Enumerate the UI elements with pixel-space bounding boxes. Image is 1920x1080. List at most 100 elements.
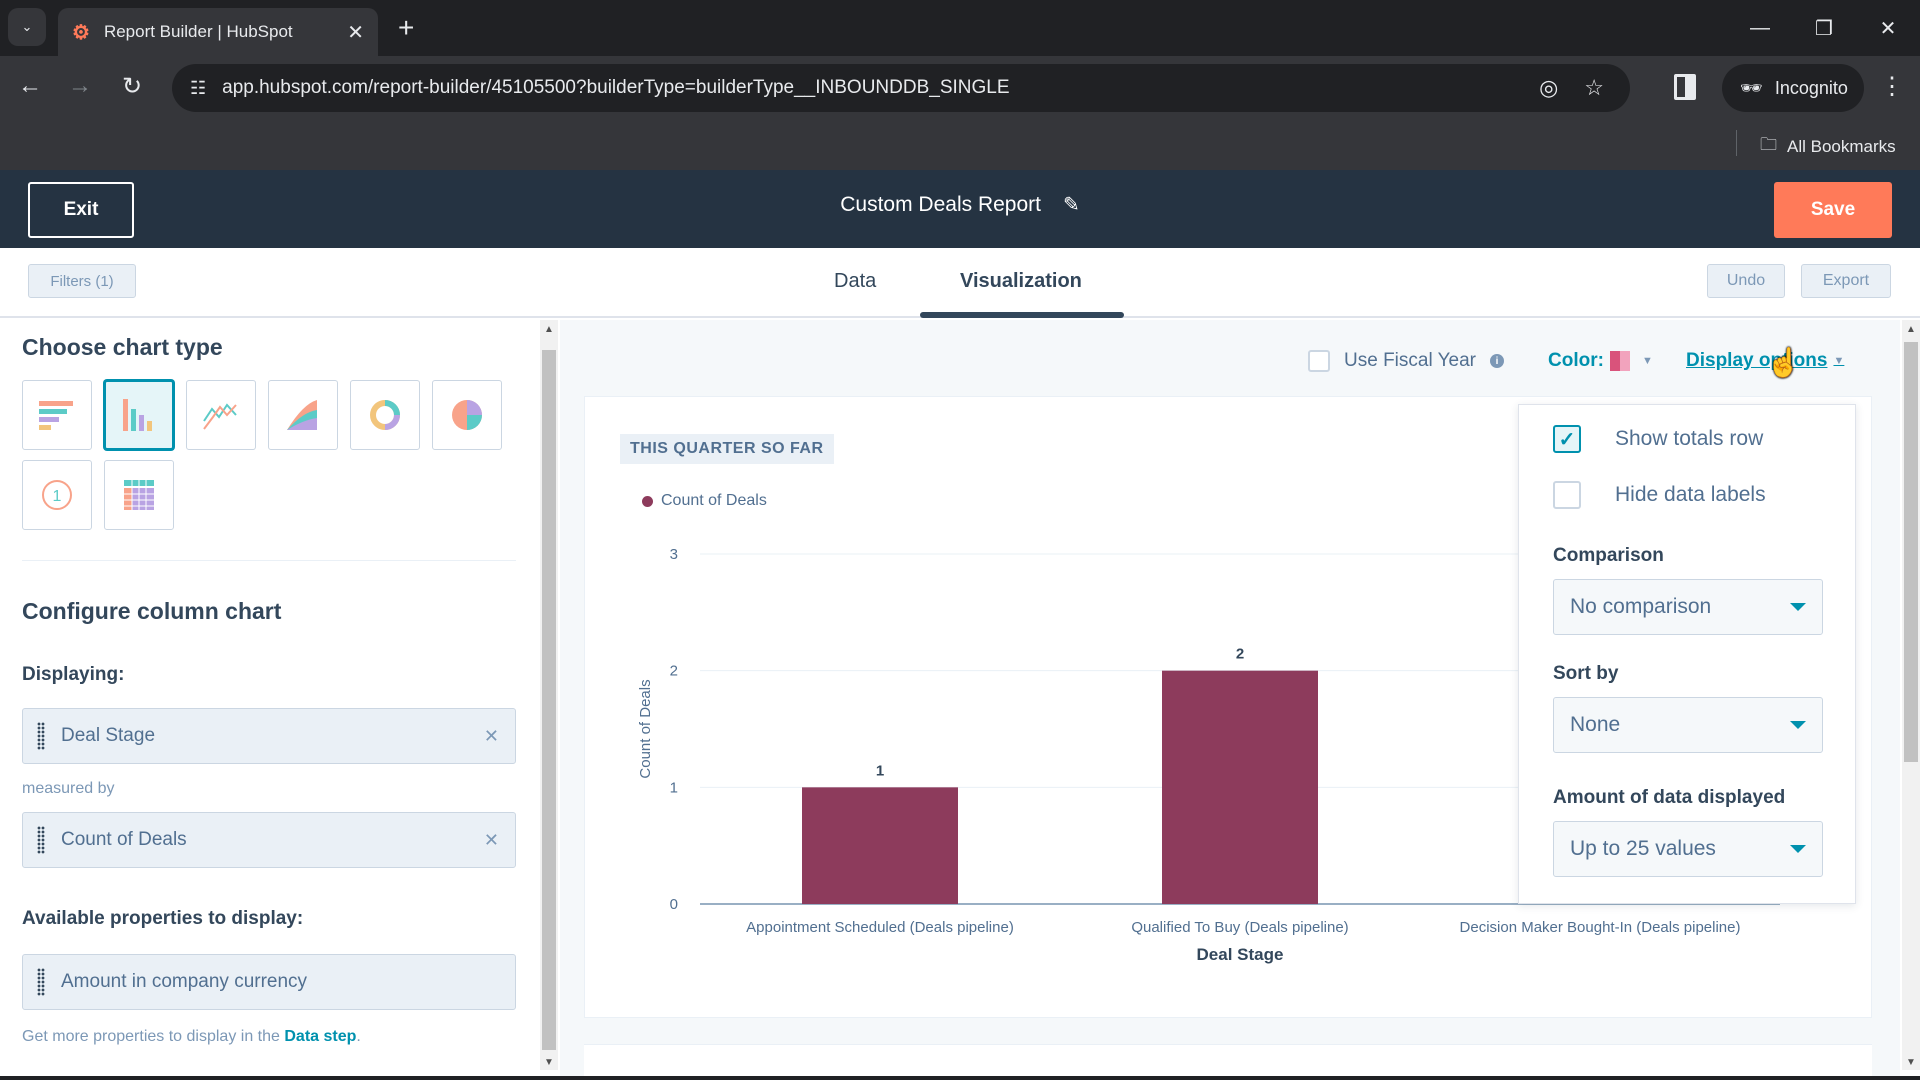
browser-tab[interactable]: ⚙ Report Builder | HubSpot ✕ (58, 8, 378, 56)
side-panel-icon[interactable] (1674, 74, 1696, 100)
new-tab-button[interactable]: + (398, 12, 414, 44)
filters-button[interactable]: Filters (1) (28, 264, 136, 298)
bar (1162, 670, 1318, 904)
back-icon[interactable]: ← (12, 72, 48, 100)
tab-data[interactable]: Data (834, 270, 876, 293)
close-window-icon[interactable]: ✕ (1856, 0, 1920, 56)
y-tick-label: 2 (670, 663, 678, 680)
fiscal-year-toggle[interactable]: Use Fiscal Year i (1308, 350, 1505, 372)
data-label: 1 (876, 762, 884, 779)
chart-type-column[interactable] (104, 380, 174, 450)
tab-search-button[interactable]: ⌄ (8, 8, 46, 46)
available-property-label: Amount in company currency (61, 971, 308, 992)
available-properties-label: Available properties to display: (22, 908, 304, 929)
chart-type-table[interactable] (104, 460, 174, 530)
remove-icon[interactable]: ✕ (484, 726, 499, 747)
chart-type-area[interactable] (268, 380, 338, 450)
y-tick-label: 1 (670, 779, 678, 796)
eye-off-icon[interactable]: ◎ (1539, 75, 1558, 101)
scrollbar-thumb[interactable] (542, 350, 556, 1050)
address-bar[interactable]: ☷ app.hubspot.com/report-builder/4510550… (172, 64, 1630, 112)
hand-cursor-icon: ☝ (1766, 347, 1801, 378)
chart-type-donut[interactable] (350, 380, 420, 450)
hide-labels-label: Hide data labels (1615, 483, 1766, 506)
reload-icon[interactable]: ↻ (114, 72, 150, 101)
active-tab-indicator (920, 312, 1124, 318)
color-swatch (1609, 351, 1630, 371)
sort-by-select[interactable]: None (1553, 697, 1823, 753)
measured-property[interactable]: Count of Deals ✕ (22, 812, 516, 868)
hubspot-favicon-icon: ⚙ (72, 21, 90, 44)
data-step-link[interactable]: Data step (284, 1028, 356, 1045)
y-tick-label: 0 (670, 896, 678, 913)
star-icon[interactable]: ☆ (1584, 75, 1604, 101)
scroll-up-icon[interactable]: ▲ (1906, 324, 1916, 335)
caret-down-icon (1790, 845, 1806, 853)
date-range-badge: THIS QUARTER SO FAR (620, 434, 834, 464)
browser-menu-icon[interactable]: ⋮ (1880, 72, 1904, 101)
close-tab-icon[interactable]: ✕ (347, 20, 364, 45)
show-totals-label: Show totals row (1615, 427, 1764, 450)
taskbar-edge (0, 1076, 1920, 1080)
main-scrollbar[interactable]: ▲ ▼ (1902, 320, 1920, 1070)
fiscal-year-label: Use Fiscal Year (1344, 350, 1477, 371)
export-button[interactable]: Export (1801, 264, 1891, 298)
remove-icon[interactable]: ✕ (484, 830, 499, 851)
tab-visualization[interactable]: Visualization (960, 270, 1082, 293)
all-bookmarks-button[interactable]: 🗀 All Bookmarks (1760, 132, 1896, 161)
data-label: 2 (1236, 646, 1244, 663)
measured-by-label: measured by (22, 780, 115, 797)
scroll-down-icon[interactable]: ▼ (1906, 1057, 1916, 1068)
scrollbar-thumb[interactable] (1904, 342, 1918, 762)
y-axis-label: Count of Deals (637, 679, 654, 778)
report-title[interactable]: Custom Deals Report ✎ (0, 192, 1920, 217)
comparison-select[interactable]: No comparison (1553, 579, 1823, 635)
folder-icon: 🗀 (1760, 135, 1777, 154)
show-totals-option[interactable]: ✓ Show totals row (1553, 425, 1763, 453)
undo-button[interactable]: Undo (1707, 264, 1785, 298)
sort-by-value: None (1570, 713, 1621, 736)
color-picker[interactable]: Color: ▼ (1548, 350, 1653, 372)
scroll-up-icon[interactable]: ▲ (544, 324, 554, 335)
amount-displayed-value: Up to 25 values (1570, 837, 1716, 860)
hide-labels-option[interactable]: Hide data labels (1553, 481, 1766, 509)
drag-handle-icon[interactable] (37, 968, 45, 996)
all-bookmarks-label: All Bookmarks (1787, 136, 1896, 156)
restore-icon[interactable]: ❐ (1792, 0, 1856, 56)
section-divider (22, 560, 516, 561)
chart-type-summary[interactable]: 1 (22, 460, 92, 530)
available-property[interactable]: Amount in company currency (22, 954, 516, 1010)
chart-type-pie[interactable] (432, 380, 502, 450)
displaying-property[interactable]: Deal Stage ✕ (22, 708, 516, 764)
display-options-dropdown: ✓ Show totals row Hide data labels Compa… (1518, 404, 1856, 904)
step-bar: Filters (1) Data Visualization Undo Expo… (0, 248, 1920, 318)
next-card (584, 1044, 1872, 1080)
hide-labels-checkbox[interactable] (1553, 481, 1581, 509)
color-label: Color: (1548, 350, 1604, 371)
chart-type-line[interactable] (186, 380, 256, 450)
donut-chart-icon (370, 400, 400, 430)
pencil-icon[interactable]: ✎ (1063, 194, 1080, 216)
drag-handle-icon[interactable] (37, 722, 45, 750)
show-totals-checkbox[interactable]: ✓ (1553, 425, 1581, 453)
site-settings-icon[interactable]: ☷ (190, 78, 206, 99)
legend-dot (642, 495, 653, 507)
fiscal-year-checkbox[interactable] (1308, 350, 1330, 372)
info-icon[interactable]: i (1490, 354, 1505, 368)
left-panel-scrollbar[interactable]: ▲ ▼ (540, 320, 558, 1070)
save-button[interactable]: Save (1774, 182, 1892, 238)
scroll-down-icon[interactable]: ▼ (544, 1057, 554, 1068)
chart-legend[interactable]: Count of Deals (642, 492, 767, 510)
chart-type-horizontal-bar[interactable] (22, 380, 92, 450)
measured-property-label: Count of Deals (61, 829, 187, 850)
url-text[interactable]: app.hubspot.com/report-builder/45105500?… (222, 77, 1539, 99)
caret-down-icon: ▼ (1641, 355, 1653, 367)
display-options-label: Display options (1686, 350, 1828, 371)
forward-icon[interactable]: → (62, 72, 98, 100)
amount-displayed-select[interactable]: Up to 25 values (1553, 821, 1823, 877)
minimize-icon[interactable]: — (1728, 0, 1792, 56)
incognito-badge[interactable]: 🕶 Incognito (1722, 64, 1864, 112)
caret-down-icon (1790, 603, 1806, 611)
drag-handle-icon[interactable] (37, 826, 45, 854)
table-chart-icon (124, 480, 154, 510)
